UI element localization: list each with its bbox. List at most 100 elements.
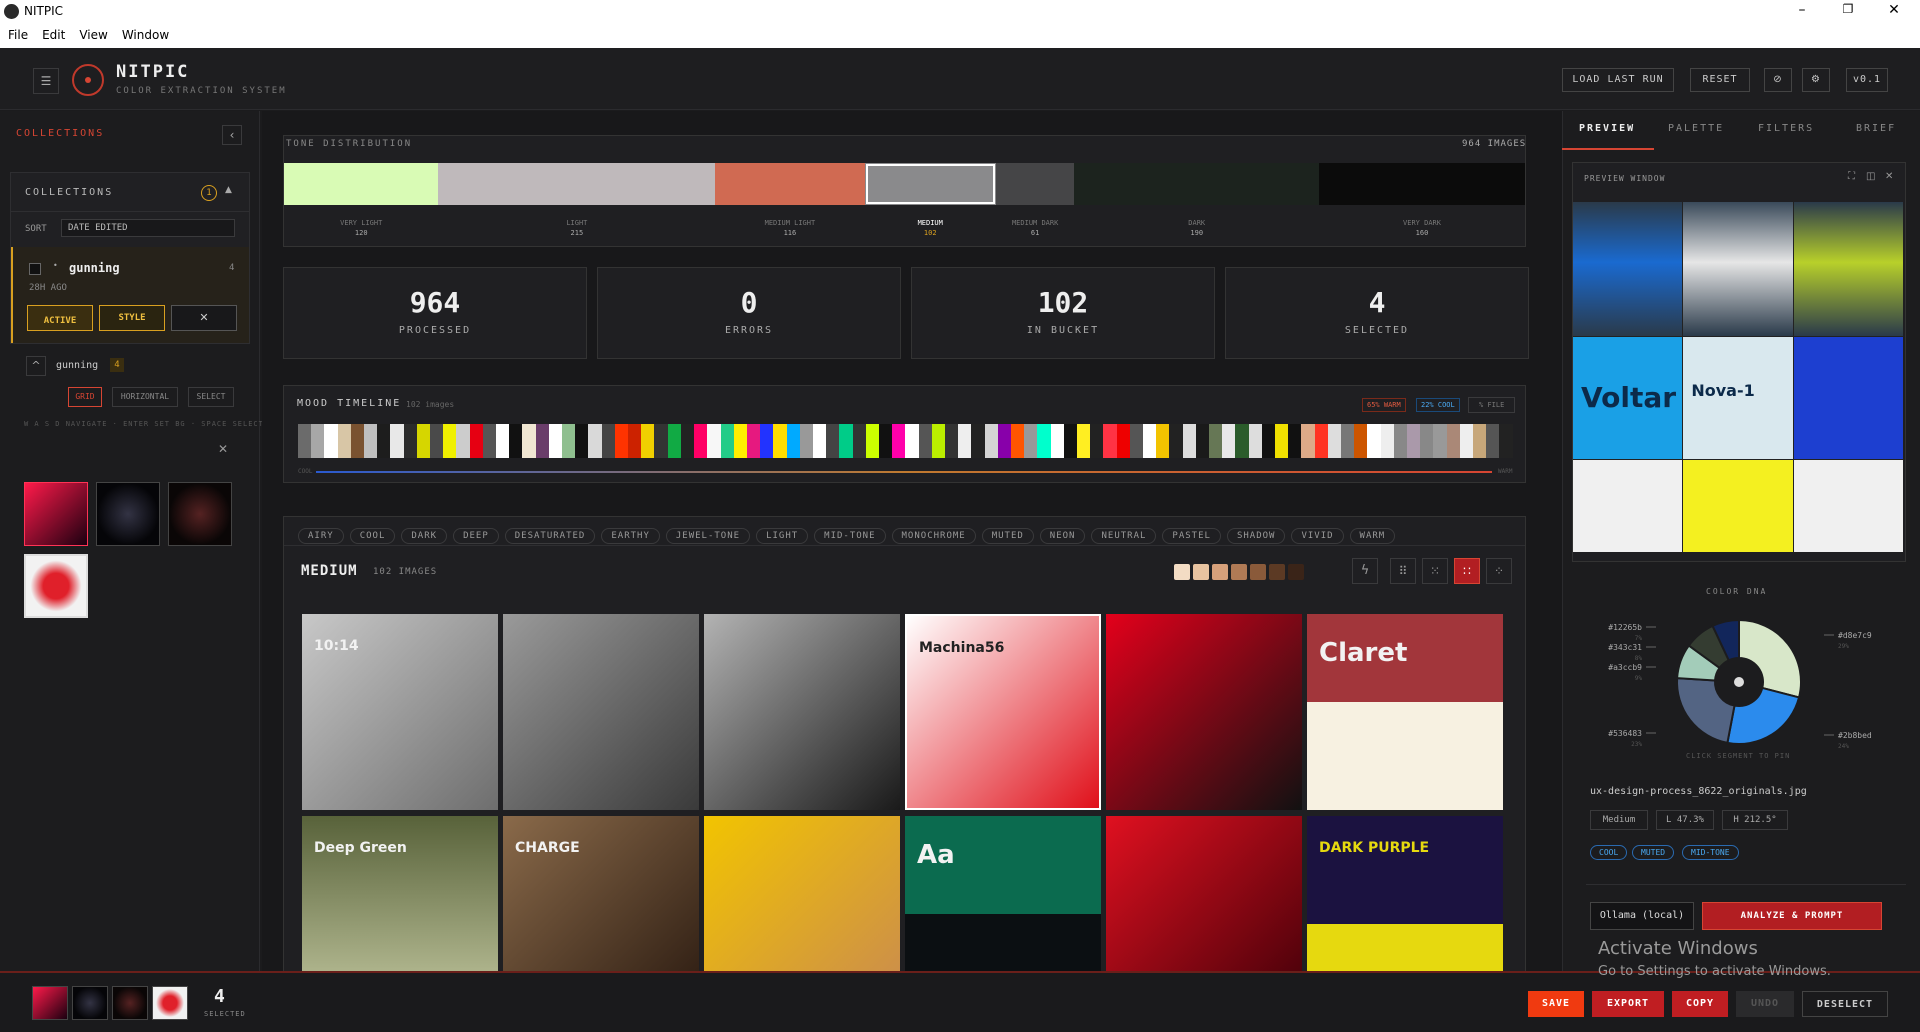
mood-cell[interactable] bbox=[852, 424, 866, 458]
gallery-image[interactable] bbox=[704, 816, 900, 971]
settings-gear-icon[interactable]: ⚙ bbox=[1802, 68, 1830, 92]
collection-name[interactable]: gunning bbox=[69, 261, 120, 275]
filter-chip[interactable]: DEEP bbox=[453, 528, 499, 544]
swatch[interactable] bbox=[1288, 564, 1304, 580]
mood-cell[interactable] bbox=[443, 424, 457, 458]
mood-cell[interactable] bbox=[1301, 424, 1315, 458]
mood-cell[interactable] bbox=[680, 424, 695, 458]
mood-cell[interactable] bbox=[522, 424, 536, 458]
mood-cell[interactable] bbox=[1010, 424, 1025, 458]
collection-checkbox[interactable] bbox=[29, 263, 41, 275]
mood-cell[interactable] bbox=[1182, 424, 1196, 458]
selected-thumbnail[interactable] bbox=[32, 986, 68, 1020]
mood-cell[interactable] bbox=[1261, 424, 1276, 458]
filter-chip[interactable]: COOL bbox=[349, 528, 396, 544]
filter-chip[interactable]: MID-TONE bbox=[814, 528, 886, 544]
tone-segment-4[interactable] bbox=[864, 163, 996, 205]
selected-thumbnail[interactable] bbox=[112, 986, 148, 1020]
mood-cell[interactable] bbox=[971, 424, 985, 458]
mood-cell[interactable] bbox=[1407, 424, 1421, 458]
mood-cell[interactable] bbox=[1446, 424, 1460, 458]
deselect-button[interactable]: DESELECT bbox=[1802, 991, 1888, 1017]
mood-cell[interactable] bbox=[1076, 424, 1091, 458]
tag-cool[interactable]: COOL bbox=[1590, 845, 1628, 860]
mood-cell[interactable] bbox=[1288, 424, 1302, 458]
filter-chip[interactable]: MONOCHROME bbox=[891, 528, 976, 544]
swatch[interactable] bbox=[1174, 564, 1190, 580]
mood-cell[interactable] bbox=[878, 424, 893, 458]
gallery-image[interactable] bbox=[1106, 816, 1302, 971]
filter-chip[interactable]: WARM bbox=[1349, 528, 1396, 544]
mood-cell[interactable] bbox=[667, 424, 681, 458]
mood-cell[interactable] bbox=[1275, 424, 1289, 458]
mood-cell[interactable] bbox=[812, 424, 827, 458]
gallery-image[interactable]: CHARGE bbox=[503, 816, 699, 971]
mood-cell[interactable] bbox=[641, 424, 655, 458]
mood-cell[interactable] bbox=[1499, 424, 1513, 458]
swatch[interactable] bbox=[1269, 564, 1285, 580]
tab-preview[interactable]: PREVIEW bbox=[1579, 123, 1635, 134]
mood-cell[interactable] bbox=[997, 424, 1011, 458]
swatch[interactable] bbox=[1231, 564, 1247, 580]
mood-cell[interactable] bbox=[733, 424, 747, 458]
close-icon[interactable]: ✕ bbox=[218, 442, 228, 456]
mood-cell[interactable] bbox=[469, 424, 483, 458]
mood-cell[interactable] bbox=[456, 424, 470, 458]
selected-thumbnail[interactable] bbox=[152, 986, 188, 1020]
menu-icon[interactable]: ☰ bbox=[33, 68, 59, 94]
gallery-image[interactable] bbox=[503, 614, 699, 810]
tag-mid-tone[interactable]: MID-TONE bbox=[1682, 845, 1739, 860]
tone-segment-1[interactable] bbox=[284, 163, 439, 205]
mood-cell[interactable] bbox=[694, 424, 708, 458]
collection-thumbnail[interactable] bbox=[24, 482, 88, 546]
mood-cell[interactable] bbox=[1222, 424, 1236, 458]
mood-cell[interactable] bbox=[390, 424, 404, 458]
mood-cell[interactable] bbox=[350, 424, 365, 458]
filter-chip[interactable]: LIGHT bbox=[756, 528, 809, 544]
style-button[interactable]: STYLE bbox=[99, 305, 165, 331]
gallery-image[interactable]: Deep Green bbox=[302, 816, 498, 971]
maximize-icon[interactable]: ❐ bbox=[1828, 2, 1868, 16]
mood-cell[interactable] bbox=[1367, 424, 1381, 458]
mood-cell[interactable] bbox=[1116, 424, 1130, 458]
mood-cell[interactable] bbox=[1459, 424, 1474, 458]
select-view-button[interactable]: SELECT bbox=[188, 387, 234, 407]
mood-cell[interactable] bbox=[1037, 424, 1051, 458]
analyze-prompt-button[interactable]: ANALYZE & PROMPT bbox=[1702, 902, 1882, 930]
mood-cell[interactable] bbox=[1380, 424, 1394, 458]
copy-button[interactable]: COPY bbox=[1672, 991, 1728, 1017]
mood-cell[interactable] bbox=[298, 424, 312, 458]
mood-cell[interactable] bbox=[1473, 424, 1487, 458]
mood-cell[interactable] bbox=[496, 424, 510, 458]
mood-cell[interactable] bbox=[575, 424, 589, 458]
mood-cell[interactable] bbox=[1195, 424, 1210, 458]
mood-cell[interactable] bbox=[1393, 424, 1408, 458]
mood-cell[interactable] bbox=[1420, 424, 1434, 458]
collapse-sidebar-icon[interactable]: ‹ bbox=[222, 125, 242, 145]
mood-cell[interactable] bbox=[548, 424, 563, 458]
menu-view[interactable]: View bbox=[79, 28, 107, 44]
export-button[interactable]: EXPORT bbox=[1592, 991, 1664, 1017]
expand-dot-icon[interactable]: • bbox=[53, 261, 58, 270]
mood-cell[interactable] bbox=[944, 424, 959, 458]
close-window-icon[interactable]: ✕ bbox=[1874, 2, 1914, 18]
mood-cell[interactable] bbox=[1354, 424, 1368, 458]
tab-palette[interactable]: PALETTE bbox=[1668, 123, 1724, 134]
grid-dense-icon[interactable]: ⠿ bbox=[1390, 558, 1416, 584]
mood-cell[interactable] bbox=[1103, 424, 1117, 458]
selected-thumbnail[interactable] bbox=[72, 986, 108, 1020]
filter-chip[interactable]: MUTED bbox=[981, 528, 1034, 544]
mood-cell[interactable] bbox=[416, 424, 431, 458]
mood-cell[interactable] bbox=[1235, 424, 1249, 458]
mood-cell[interactable] bbox=[1341, 424, 1355, 458]
swatch[interactable] bbox=[1193, 564, 1209, 580]
mood-cell[interactable] bbox=[377, 424, 391, 458]
tone-segment-5[interactable] bbox=[995, 163, 1075, 205]
mood-cell[interactable] bbox=[562, 424, 576, 458]
mood-cell[interactable] bbox=[1143, 424, 1157, 458]
lightning-icon[interactable]: ϟ bbox=[1352, 558, 1378, 584]
collection-thumbnail[interactable] bbox=[96, 482, 160, 546]
mood-cell[interactable] bbox=[773, 424, 787, 458]
mood-cell[interactable] bbox=[958, 424, 972, 458]
filter-chip[interactable]: AIRY bbox=[298, 528, 344, 544]
